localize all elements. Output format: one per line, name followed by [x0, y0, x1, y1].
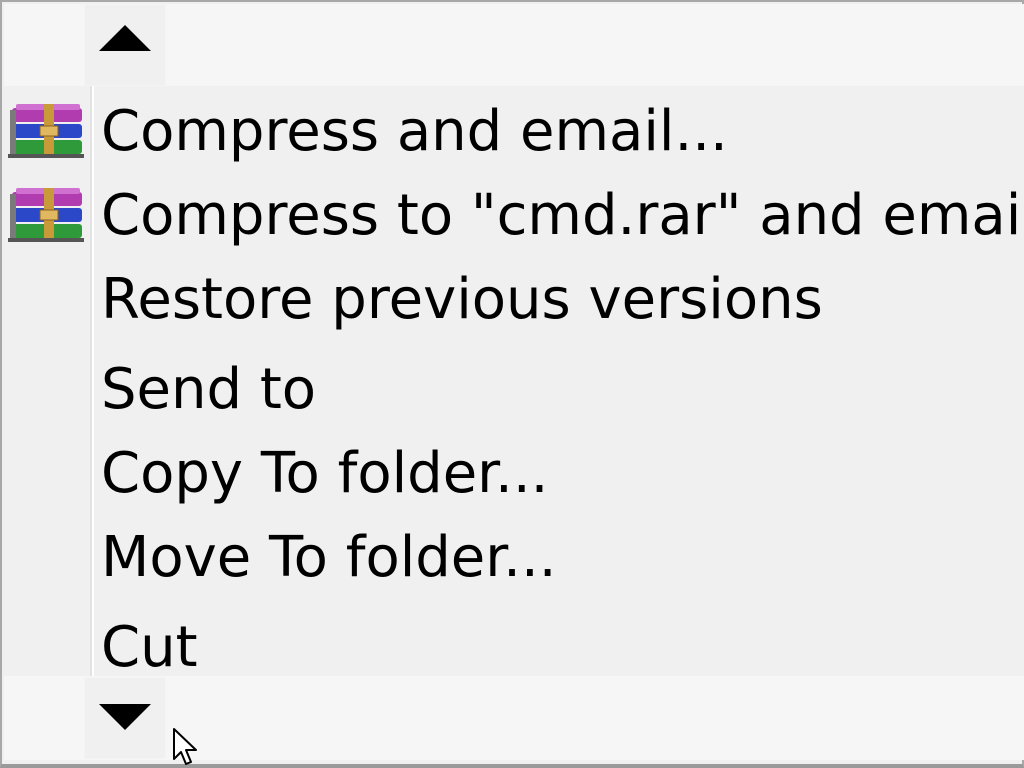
menu-item-label: Send to	[101, 357, 317, 422]
menu-item-compress-to-cmd-rar-and-email[interactable]: Compress to "cmd.rar" and email	[4, 170, 1024, 254]
menu-item-cut[interactable]: Cut	[4, 602, 1024, 686]
menu-item-copy-to-folder[interactable]: Copy To folder...	[4, 428, 1024, 512]
winrar-archive-icon	[8, 104, 84, 158]
menu-item-move-to-folder[interactable]: Move To folder...	[4, 512, 1024, 596]
triangle-up-icon	[99, 25, 151, 51]
menu-item-compress-and-email[interactable]: Compress and email...	[4, 86, 1024, 170]
scroll-down-button[interactable]	[84, 677, 166, 759]
menu-item-label: Move To folder...	[101, 525, 557, 590]
screen: Compress and email... Compress to "cmd.r…	[0, 0, 1024, 768]
menu-item-send-to[interactable]: Send to	[4, 344, 1024, 428]
menu-item-label: Copy To folder...	[101, 441, 549, 506]
context-menu: Compress and email... Compress to "cmd.r…	[4, 86, 1024, 680]
mouse-pointer-icon	[173, 728, 197, 765]
triangle-down-icon	[99, 704, 151, 730]
menu-item-label: Restore previous versions	[101, 267, 823, 332]
scroll-up-button[interactable]	[84, 4, 166, 86]
menu-item-label: Compress and email...	[101, 99, 728, 164]
menu-item-restore-previous-versions[interactable]: Restore previous versions	[4, 254, 1024, 338]
winrar-archive-icon	[8, 188, 84, 242]
menu-item-label: Compress to "cmd.rar" and email	[101, 183, 1024, 248]
